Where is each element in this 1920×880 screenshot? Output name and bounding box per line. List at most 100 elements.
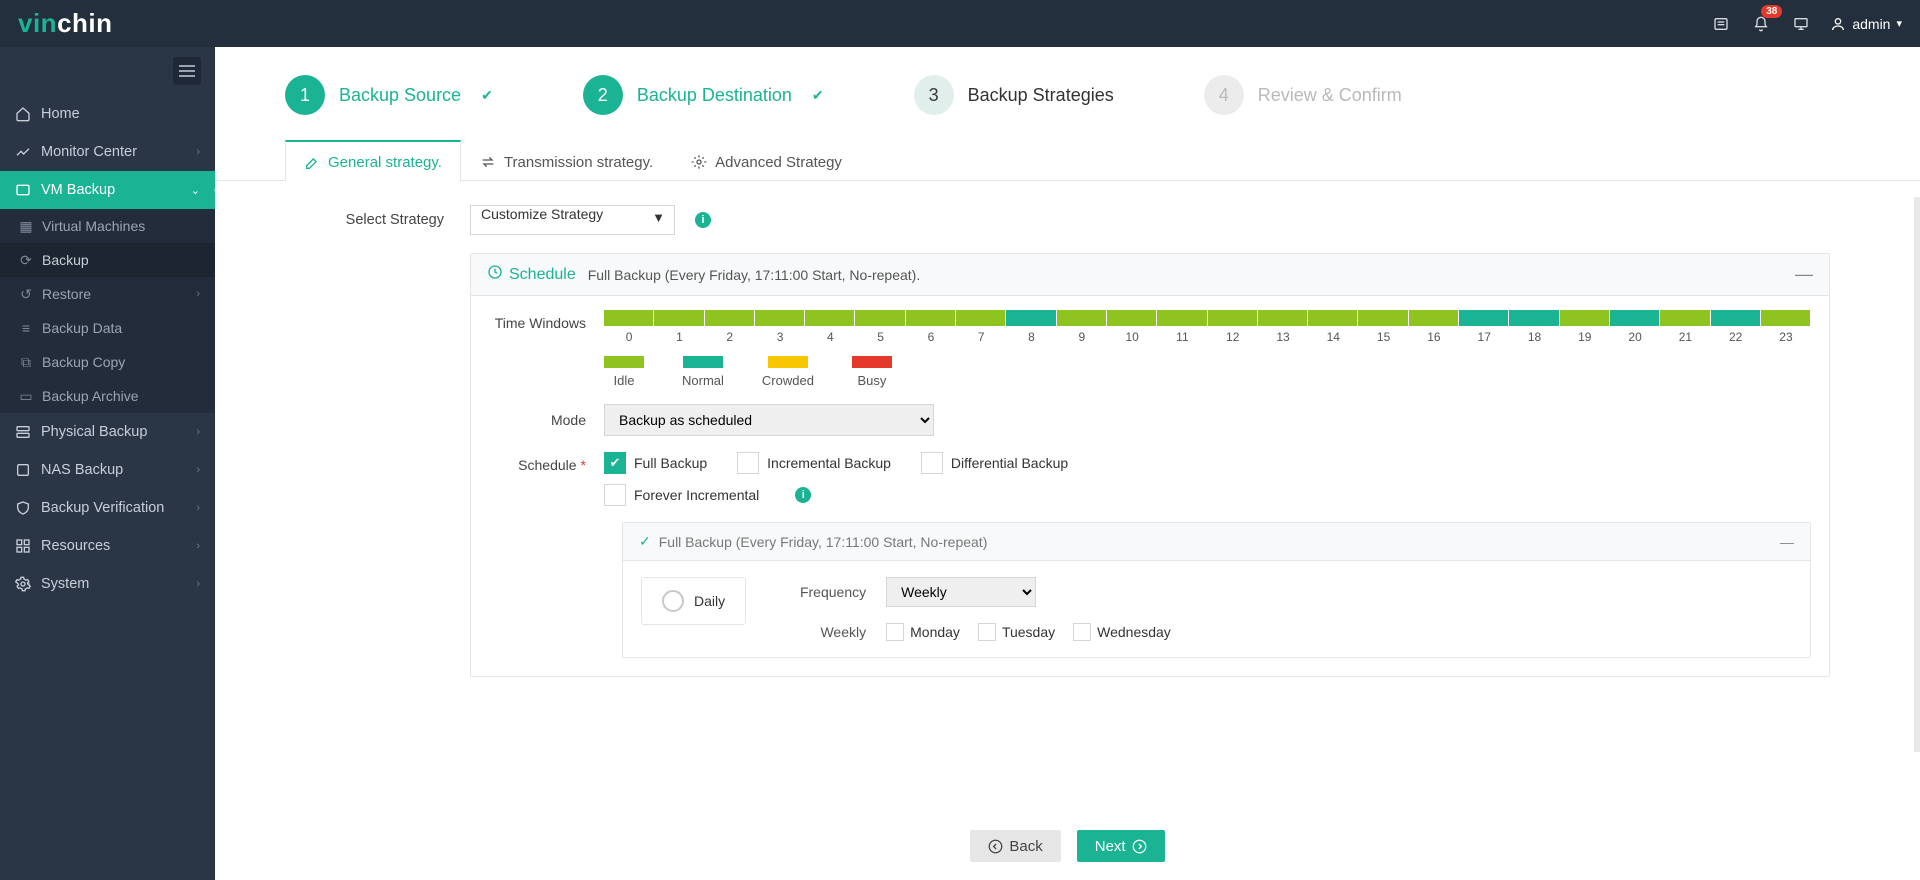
sidebar-label: VM Backup [41,182,115,198]
checkbox-icon [978,623,996,641]
chevron-down-icon: ▾ [1896,17,1902,30]
tab-label: Transmission strategy. [504,154,653,171]
sidebar-label: Home [41,106,80,122]
check-icon: ✓ [639,533,651,550]
arrow-right-icon [1132,839,1147,854]
gear-icon [15,576,31,592]
sidebar-item-physical[interactable]: Physical Backup › [0,413,215,451]
step-label: Backup Destination [637,85,792,106]
main-content: 1 Backup Source ✔ 2 Backup Destination ✔… [215,47,1920,880]
sidebar-label: Resources [41,538,110,554]
brand-logo: vinchin [18,8,113,39]
legend-label: Busy [857,373,886,388]
legend-label: Idle [614,373,635,388]
checkbox-icon [604,484,626,506]
tab-transmission[interactable]: Transmission strategy. [461,140,672,181]
checkbox-label: Differential Backup [951,455,1068,471]
sub-label: Virtual Machines [42,218,145,234]
step-2[interactable]: 2 Backup Destination ✔ [583,75,824,115]
user-menu[interactable]: admin ▾ [1830,16,1902,32]
mode-select[interactable]: Backup as scheduled [604,404,934,436]
chart-icon [15,144,31,160]
step-number: 3 [914,75,954,115]
notification-badge: 38 [1761,5,1782,18]
wizard-footer: Back Next [215,812,1920,880]
subitem-backup-copy[interactable]: ⧉Backup Copy [0,345,215,379]
tab-advanced[interactable]: Advanced Strategy [672,140,861,181]
menu-toggle-icon[interactable] [173,57,201,85]
checkbox-full-backup[interactable]: ✔Full Backup [604,452,707,474]
subitem-restore[interactable]: ↺ Restore › [0,277,215,311]
select-strategy-dropdown[interactable]: Customize Strategy ▼ [470,205,675,235]
chevron-right-icon: › [196,540,200,552]
info-icon[interactable]: i [695,212,711,228]
radio-daily[interactable]: Daily [662,590,725,612]
sidebar-item-vmbackup[interactable]: VM Backup ⌄ [0,171,215,209]
nas-icon [15,462,31,478]
submenu-vmbackup: ▦ Virtual Machines ⟳Backup ↺ Restore › ≡Bac… [0,209,215,413]
sub-label: Backup Archive [42,388,139,404]
sidebar-item-nas[interactable]: NAS Backup › [0,451,215,489]
sidebar-item-resources[interactable]: Resources › [0,527,215,565]
tab-label: General strategy. [328,154,442,171]
wizard-steps: 1 Backup Source ✔ 2 Backup Destination ✔… [215,47,1920,129]
day-tuesday[interactable]: Tuesday [978,623,1055,641]
grid-icon: ▦ [18,218,34,235]
day-monday[interactable]: Monday [886,623,960,641]
button-label: Next [1095,838,1126,855]
step-number: 2 [583,75,623,115]
tab-general[interactable]: General strategy. [285,140,461,181]
time-windows-label: Time Windows [489,310,604,331]
day-wednesday[interactable]: Wednesday [1073,623,1171,641]
info-icon[interactable]: i [795,487,811,503]
collapse-icon[interactable]: — [1795,264,1813,285]
scrollbar[interactable] [1914,197,1920,752]
clock-icon [487,264,503,285]
schedule-header[interactable]: Schedule Full Backup (Every Friday, 17:1… [471,254,1829,296]
user-name: admin [1852,16,1890,32]
frequency-select[interactable]: Weekly [886,577,1036,607]
time-windows-bar: 01234567891011121314151617181920212223 I… [604,310,1811,388]
refresh-icon: ⟳ [18,252,34,269]
collapse-icon[interactable]: — [1780,534,1794,550]
sub-label: Restore [42,286,91,302]
step-label: Review & Confirm [1258,85,1402,106]
schedule-description: Full Backup (Every Friday, 17:11:00 Star… [588,267,921,283]
select-strategy-label: Select Strategy [305,212,470,228]
subitem-backup-archive[interactable]: ▭Backup Archive [0,379,215,413]
sidebar-item-system[interactable]: System › [0,565,215,603]
user-icon [1830,16,1846,32]
step-4[interactable]: 4 Review & Confirm [1204,75,1402,115]
required-star: * [581,457,586,473]
sub-label: Backup Data [42,320,122,336]
accordion-header[interactable]: ✓ Full Backup (Every Friday, 17:11:00 St… [623,523,1810,561]
legend-label: Normal [682,373,724,388]
chevron-right-icon: › [196,502,200,514]
sidebar: Home Monitor Center › VM Backup ⌄ ▦ Virtu… [0,47,215,880]
undo-icon: ↺ [18,286,34,303]
bell-icon[interactable]: 38 [1750,13,1772,35]
checkbox-forever-incremental[interactable]: Forever Incremental [604,484,759,506]
list-icon[interactable] [1710,13,1732,35]
subitem-backup-data[interactable]: ≡Backup Data [0,311,215,345]
check-icon: ✔ [481,87,493,104]
home-icon [15,106,31,122]
monitor-icon[interactable] [1790,13,1812,35]
subitem-virtual-machines[interactable]: ▦ Virtual Machines [0,209,215,243]
select-value: Customize Strategy [470,205,675,235]
next-button[interactable]: Next [1077,830,1165,862]
chevron-right-icon: › [196,288,200,300]
step-3[interactable]: 3 Backup Strategies [914,75,1114,115]
back-button[interactable]: Back [970,830,1060,862]
sidebar-item-verification[interactable]: Backup Verification › [0,489,215,527]
subitem-backup[interactable]: ⟳Backup [0,243,215,277]
step-label: Backup Source [339,85,461,106]
brand-first: vin [18,8,57,38]
checkbox-label: Full Backup [634,455,707,471]
checkbox-incremental[interactable]: Incremental Backup [737,452,891,474]
step-1[interactable]: 1 Backup Source ✔ [285,75,493,115]
checkbox-differential[interactable]: Differential Backup [921,452,1068,474]
sidebar-item-home[interactable]: Home [0,95,215,133]
shield-icon [15,500,31,516]
sidebar-item-monitor[interactable]: Monitor Center › [0,133,215,171]
